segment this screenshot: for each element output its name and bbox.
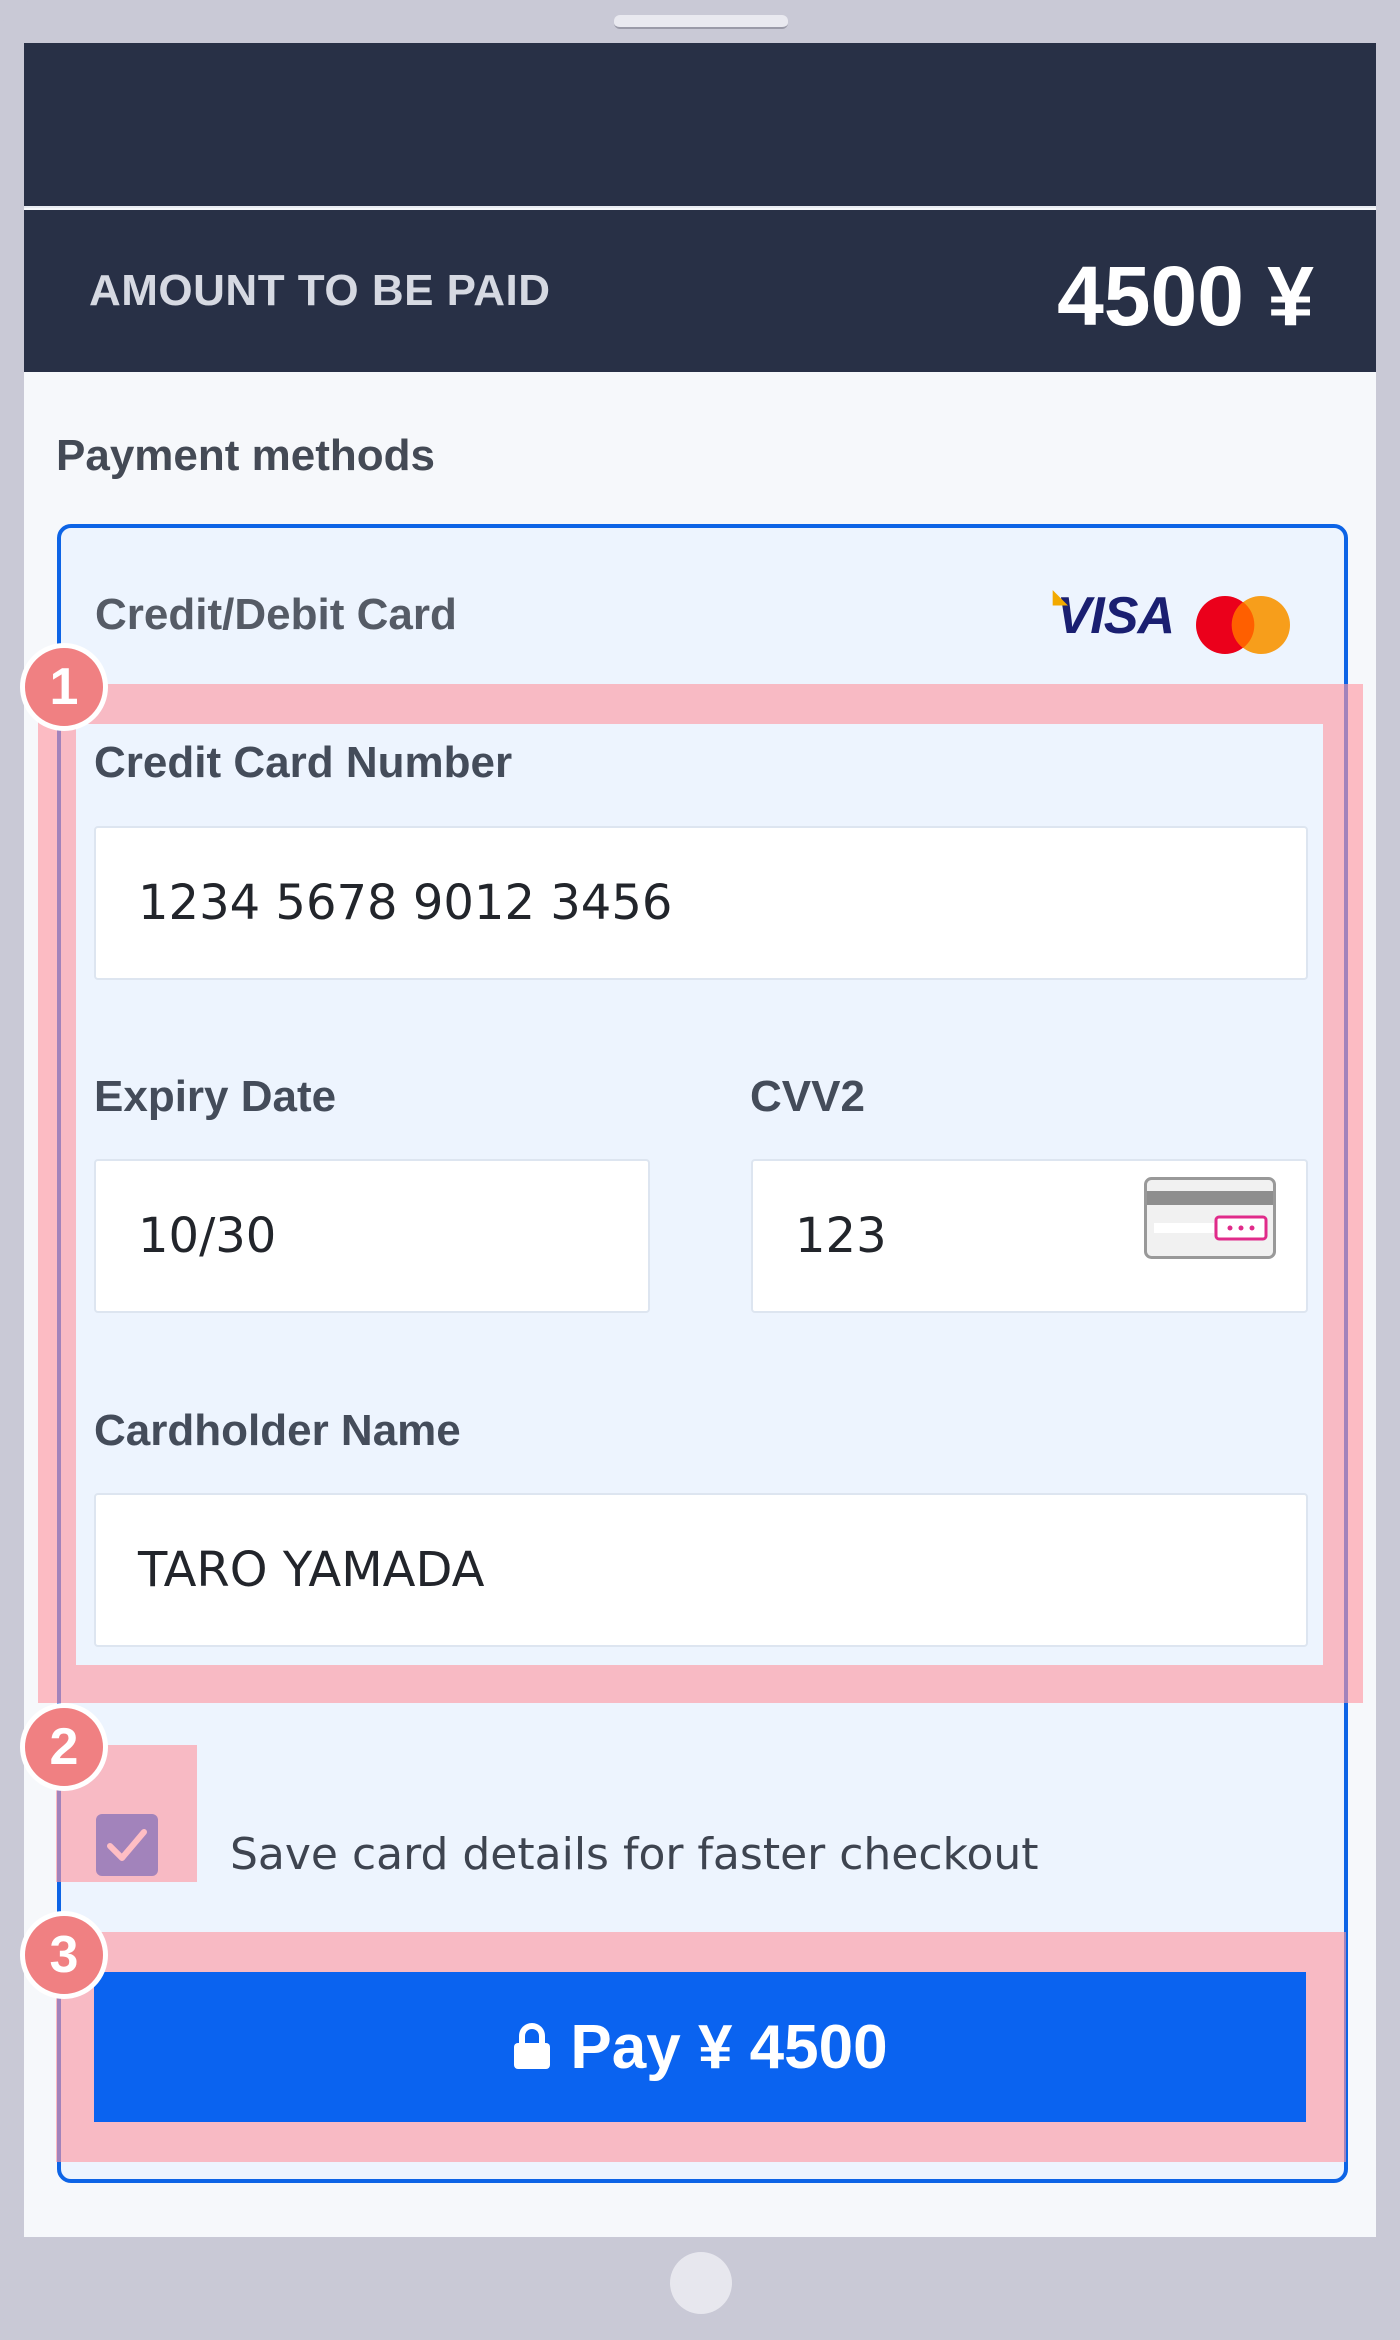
mastercard-icon [1196, 596, 1290, 654]
highlight-card-fields-bottom [38, 1665, 1363, 1703]
save-card-label[interactable]: Save card details for faster checkout [230, 1829, 1039, 1880]
annotation-badge-2: 2 [20, 1703, 108, 1791]
annotation-badge-1: 1 [20, 643, 108, 731]
cardholder-name-label: Cardholder Name [94, 1406, 461, 1455]
visa-logo: ◣ VISA [1053, 586, 1175, 646]
expiry-date-label: Expiry Date [94, 1072, 337, 1121]
card-cvv-icon [1144, 1177, 1276, 1259]
highlight-pay-bottom [56, 2122, 1346, 2162]
highlight-card-fields-left [38, 724, 76, 1665]
highlight-pay-right [1306, 1972, 1346, 2122]
cardholder-name-input[interactable]: TARO YAMADA [94, 1493, 1308, 1647]
amount-bar: AMOUNT TO BE PAID 4500 ¥ [24, 210, 1376, 372]
expiry-date-input[interactable]: 10/30 [94, 1159, 650, 1313]
amount-value: 4500 ¥ [1057, 249, 1314, 343]
highlight-card-fields-right [1323, 724, 1363, 1665]
method-title: Credit/Debit Card [95, 590, 457, 639]
amount-label: AMOUNT TO BE PAID [89, 266, 551, 315]
payment-methods-title: Payment methods [56, 431, 435, 480]
home-button[interactable] [670, 2252, 732, 2314]
card-number-label: Credit Card Number [94, 738, 513, 787]
cvv-input[interactable]: 123 [795, 1208, 887, 1264]
phone-frame: AMOUNT TO BE PAID 4500 ¥ Payment methods… [0, 0, 1400, 2340]
highlight-card-fields-top [38, 684, 1363, 724]
lock-icon [514, 2023, 551, 2069]
top-bar [24, 43, 1376, 208]
highlight-pay-top [56, 1932, 1346, 1972]
pay-button[interactable]: Pay ¥ 4500 [94, 1972, 1306, 2122]
card-number-input[interactable]: 1234 5678 9012 3456 [94, 826, 1308, 980]
cvv-label: CVV2 [750, 1072, 865, 1121]
phone-speaker [614, 15, 788, 29]
visa-accent-icon: ◣ [1052, 586, 1068, 608]
pay-button-label: Pay ¥ 4500 [570, 2012, 888, 2082]
visa-text: VISA [1056, 587, 1175, 645]
screen: AMOUNT TO BE PAID 4500 ¥ Payment methods… [24, 43, 1376, 2237]
annotation-badge-3: 3 [20, 1911, 108, 1999]
cvv-input-wrapper[interactable]: 123 [751, 1159, 1308, 1313]
